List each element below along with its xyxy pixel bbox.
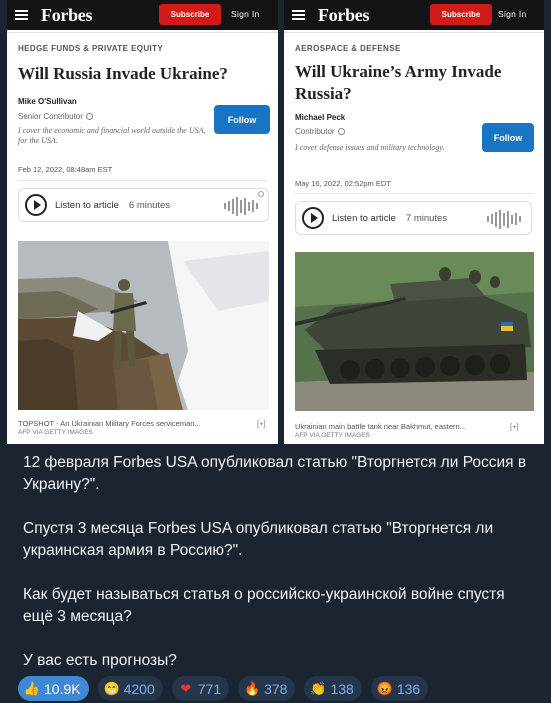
forbes-logo: Forbes (41, 4, 93, 25)
reaction-count: 771 (197, 680, 222, 697)
reaction-count: 136 (396, 680, 421, 697)
author-role: Contributor (295, 127, 345, 136)
subscribe-button: Subscribe (430, 4, 492, 25)
tank-image (295, 252, 534, 411)
play-icon (25, 194, 47, 216)
article-photo-tank (295, 252, 534, 411)
article-photo-soldier (18, 241, 269, 410)
reaction-heart[interactable]: ❤ 771 (171, 676, 230, 701)
message-paragraph: 12 февраля Forbes USA опубликовал статью… (23, 454, 527, 493)
author-bio: I cover defense issues and military tech… (295, 143, 445, 152)
audio-player: Listen to article 6 minutes (18, 188, 269, 222)
reaction-count: 138 (330, 680, 354, 697)
reaction-count: 4200 (123, 680, 155, 697)
info-icon (337, 128, 345, 135)
forbes-screenshot-1: Forbes Subscribe Sign In HEDGE FUNDS & P… (7, 0, 278, 444)
expand-caption: [+] (510, 422, 519, 431)
play-icon (302, 207, 324, 229)
menu-icon (15, 10, 28, 20)
message-paragraph: У вас есть прогнозы? (23, 652, 177, 669)
reaction-grinning-face[interactable]: 😁 4200 (97, 676, 163, 701)
photo-caption: Ukrainian main battle tank near Bakhmut,… (295, 422, 466, 431)
author-name: Michael Peck (295, 113, 346, 122)
angry-face-icon: 😡 (376, 680, 393, 696)
ad-choices-icon (258, 191, 264, 197)
photo-credit: AFP VIA GETTY IMAGES (18, 429, 93, 436)
follow-button: Follow (482, 123, 534, 152)
article-section: AEROSPACE & DEFENSE (295, 44, 401, 53)
soundwave-icon (487, 209, 521, 229)
article-section: HEDGE FUNDS & PRIVATE EQUITY (18, 44, 164, 53)
message-paragraph: Как будет называться статья о российско-… (23, 586, 505, 625)
author-bio: I cover the economic and financial world… (18, 126, 206, 145)
forbes-header: Forbes Subscribe Sign In (7, 0, 278, 30)
forbes-header: Forbes Subscribe Sign In (284, 0, 544, 30)
reaction-thumbs-up[interactable]: 👍 10.9K (18, 676, 89, 701)
reaction-angry-face[interactable]: 😡 136 (370, 676, 429, 701)
sign-in-link: Sign In (231, 9, 260, 19)
thumbs-up-icon: 👍 (23, 680, 41, 696)
author-role: Senior Contributor (18, 112, 93, 121)
photo-caption: TOPSHOT - An Ukrainian Military Forces s… (18, 419, 201, 428)
expand-caption: [+] (257, 419, 266, 428)
info-icon (85, 113, 93, 120)
reaction-count: 378 (264, 680, 288, 697)
listen-duration: 6 minutes (128, 199, 171, 211)
subscribe-button: Subscribe (159, 4, 221, 25)
author-name: Mike O'Sullivan (18, 97, 77, 106)
message-paragraph: Спустя 3 месяца Forbes USA опубликовал с… (23, 520, 494, 559)
reaction-count: 10.9K (44, 680, 81, 697)
listen-label: Listen to article (332, 212, 396, 224)
audio-player: Listen to article 7 minutes (295, 201, 532, 235)
soundwave-icon (224, 196, 258, 216)
publish-date: May 16, 2022, 02:52pm EDT (295, 179, 391, 188)
listen-duration: 7 minutes (405, 212, 448, 224)
grinning-face-icon: 😁 (103, 680, 120, 696)
clapping-hands-icon: 👏 (310, 680, 327, 696)
reactions-bar: 👍 10.9K 😁 4200 ❤ 771 🔥 378 👏 138 😡 136 (18, 676, 429, 701)
soldier-trench-image (18, 241, 269, 410)
sign-in-link: Sign In (498, 9, 527, 19)
forbes-logo: Forbes (318, 4, 370, 25)
message-text: 12 февраля Forbes USA опубликовал статью… (23, 452, 538, 672)
publish-date: Feb 12, 2022, 08:48am EST (18, 165, 113, 174)
menu-icon (292, 10, 305, 20)
photo-credit: AFP VIA GETTY IMAGES (295, 432, 370, 439)
fire-icon: 🔥 (244, 680, 261, 696)
forbes-screenshot-2: Forbes Subscribe Sign In AEROSPACE & DEF… (284, 0, 544, 444)
follow-button: Follow (214, 105, 270, 134)
article-title: Will Ukraine’s Army Invade Russia? (295, 62, 502, 103)
article-title: Will Russia Invade Ukraine? (18, 64, 228, 83)
listen-label: Listen to article (55, 199, 119, 211)
reaction-fire[interactable]: 🔥 378 (238, 676, 296, 701)
reaction-clapping-hands[interactable]: 👏 138 (304, 676, 362, 701)
heart-icon: ❤ (180, 680, 192, 696)
